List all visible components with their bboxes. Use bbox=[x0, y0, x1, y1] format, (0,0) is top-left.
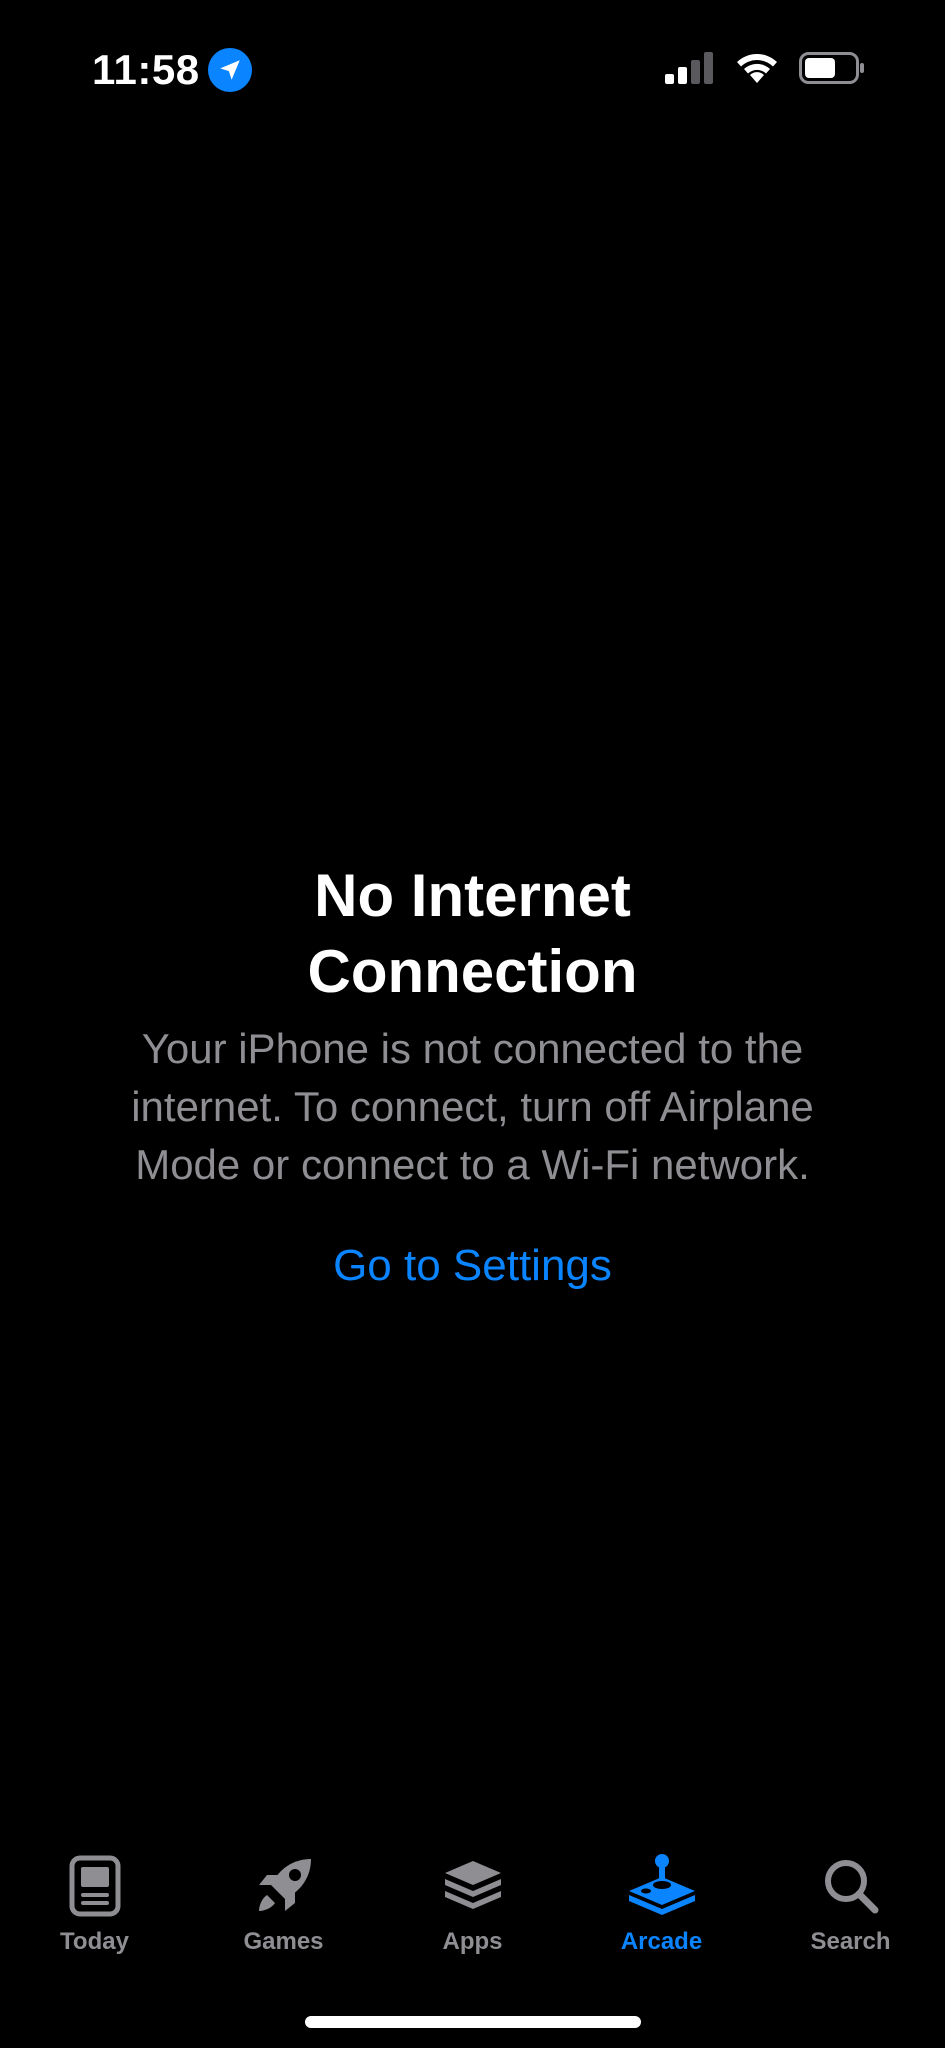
tab-label: Arcade bbox=[620, 1928, 703, 1955]
no-connection-message: No Internet Connection Your iPhone is no… bbox=[0, 858, 945, 1294]
message-title: No Internet Connection bbox=[307, 862, 638, 1005]
tab-label: Games bbox=[243, 1928, 324, 1955]
message-body: Your iPhone is not connected to the inte… bbox=[131, 1025, 814, 1188]
wifi-icon bbox=[735, 52, 779, 89]
search-icon bbox=[822, 1852, 880, 1920]
battery-icon bbox=[799, 52, 865, 89]
status-time-group: 11:58 bbox=[92, 46, 252, 94]
tab-bar: Today Games Apps Arcade Search bbox=[0, 1852, 945, 1972]
today-icon bbox=[69, 1852, 121, 1920]
status-time: 11:58 bbox=[92, 46, 200, 93]
joystick-icon bbox=[627, 1852, 697, 1920]
status-bar: 11:58 bbox=[0, 0, 945, 140]
tab-search[interactable]: Search bbox=[756, 1852, 945, 1972]
go-to-settings-link[interactable]: Go to Settings bbox=[333, 1238, 612, 1294]
tab-arcade[interactable]: Arcade bbox=[567, 1852, 756, 1972]
rocket-icon bbox=[253, 1852, 315, 1920]
apps-stack-icon bbox=[441, 1852, 505, 1920]
tab-label: Today bbox=[60, 1928, 129, 1955]
status-icons bbox=[665, 52, 865, 89]
tab-label: Search bbox=[810, 1928, 891, 1955]
cellular-signal-icon bbox=[665, 52, 715, 89]
tab-today[interactable]: Today bbox=[0, 1852, 189, 1972]
tab-label: Apps bbox=[442, 1928, 503, 1955]
location-arrow-icon bbox=[207, 48, 252, 92]
tab-games[interactable]: Games bbox=[189, 1852, 378, 1972]
home-indicator[interactable] bbox=[305, 2016, 641, 2028]
tab-apps[interactable]: Apps bbox=[378, 1852, 567, 1972]
